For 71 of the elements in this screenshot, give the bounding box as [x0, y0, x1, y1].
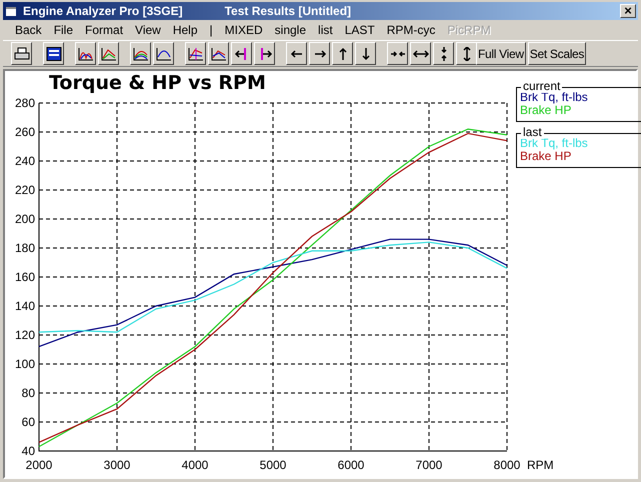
toolbar-button[interactable] — [410, 42, 431, 65]
menu-item[interactable]: RPM-cyc — [380, 23, 442, 37]
toolbar-button[interactable] — [98, 42, 119, 65]
legend-item: Brk Tq, ft-lbs — [520, 137, 589, 150]
toolbar-button[interactable] — [387, 42, 408, 65]
toolbar-button[interactable] — [130, 42, 151, 65]
x-tick-label: 3000 — [104, 458, 130, 472]
x-tick-label: 6000 — [338, 458, 364, 472]
toolbar-button[interactable] — [286, 42, 307, 65]
y-tick-label: 240 — [14, 154, 35, 168]
y-tick-label: 160 — [14, 270, 35, 284]
y-tick-label: 200 — [14, 212, 35, 226]
x-tick-label: 7000 — [416, 458, 442, 472]
menu-item[interactable]: View — [129, 23, 167, 37]
y-tick-label: 100 — [14, 357, 35, 371]
menu-item[interactable]: | — [204, 23, 219, 37]
y-tick-label: 60 — [22, 415, 35, 429]
chart-icon — [156, 46, 172, 60]
toolbar-button[interactable] — [208, 42, 229, 65]
toolbar-button[interactable] — [231, 42, 252, 65]
window-subtitle: Test Results [Untitled] — [224, 4, 352, 18]
menu-item[interactable]: Back — [9, 23, 48, 37]
toolbar-button[interactable] — [43, 42, 64, 65]
x-axis-label: RPM — [527, 458, 554, 472]
y-tick-label: 280 — [14, 96, 35, 110]
legend-item: Brake HP — [520, 104, 572, 117]
toolbar-button[interactable] — [355, 42, 376, 65]
chart-icon — [78, 46, 94, 60]
legend-item: Brk Tq, ft-lbs — [520, 91, 589, 104]
menu-item[interactable]: Help — [166, 23, 204, 37]
legend-item: Brake HP — [520, 150, 572, 163]
toolbar-button[interactable] — [185, 42, 206, 65]
printer-icon — [14, 46, 30, 60]
menu-item[interactable]: MIXED — [218, 23, 269, 37]
chart-icon — [210, 46, 226, 60]
panel-icon — [46, 46, 62, 60]
toolbar-button[interactable] — [254, 42, 275, 65]
x-tick-label: 8000 — [494, 458, 520, 472]
menu-item[interactable]: File — [48, 23, 80, 37]
menu-item[interactable]: LAST — [338, 23, 381, 37]
y-tick-label: 120 — [14, 328, 35, 342]
app-icon — [5, 5, 17, 17]
toolbar-button[interactable] — [11, 42, 32, 65]
chart-icon — [132, 46, 148, 60]
toolbar-button[interactable] — [433, 42, 454, 65]
x-tick-label: 2000 — [26, 458, 52, 472]
toolbar-button[interactable]: Full View — [476, 42, 526, 65]
toolbar-button[interactable] — [309, 42, 330, 65]
y-tick-label: 80 — [22, 386, 35, 400]
y-tick-label: 40 — [22, 444, 35, 458]
toolbar-button[interactable] — [75, 42, 96, 65]
x-tick-label: 4000 — [182, 458, 208, 472]
toolbar-button[interactable]: Set Scales — [528, 42, 586, 65]
toolbar-button[interactable] — [332, 42, 353, 65]
toolbar-button[interactable] — [456, 42, 477, 65]
x-tick-label: 5000 — [260, 458, 286, 472]
y-tick-label: 260 — [14, 125, 35, 139]
y-tick-label: 140 — [14, 299, 35, 313]
y-tick-label: 180 — [14, 241, 35, 255]
window-title: Engine Analyzer Pro [3SGE] — [23, 4, 183, 18]
close-button[interactable]: × — [620, 4, 636, 18]
menu-item[interactable]: Format — [79, 23, 130, 37]
y-tick-label: 220 — [14, 183, 35, 197]
chart-title: Torque & HP vs RPM — [49, 72, 266, 94]
menu-item[interactable]: single — [268, 23, 312, 37]
legend-title: current — [521, 80, 562, 93]
toolbar-button[interactable] — [153, 42, 174, 65]
chart-icon — [100, 46, 116, 60]
legend-title: last — [521, 126, 544, 139]
menu-item[interactable]: list — [312, 23, 339, 37]
chart-icon — [188, 46, 204, 60]
